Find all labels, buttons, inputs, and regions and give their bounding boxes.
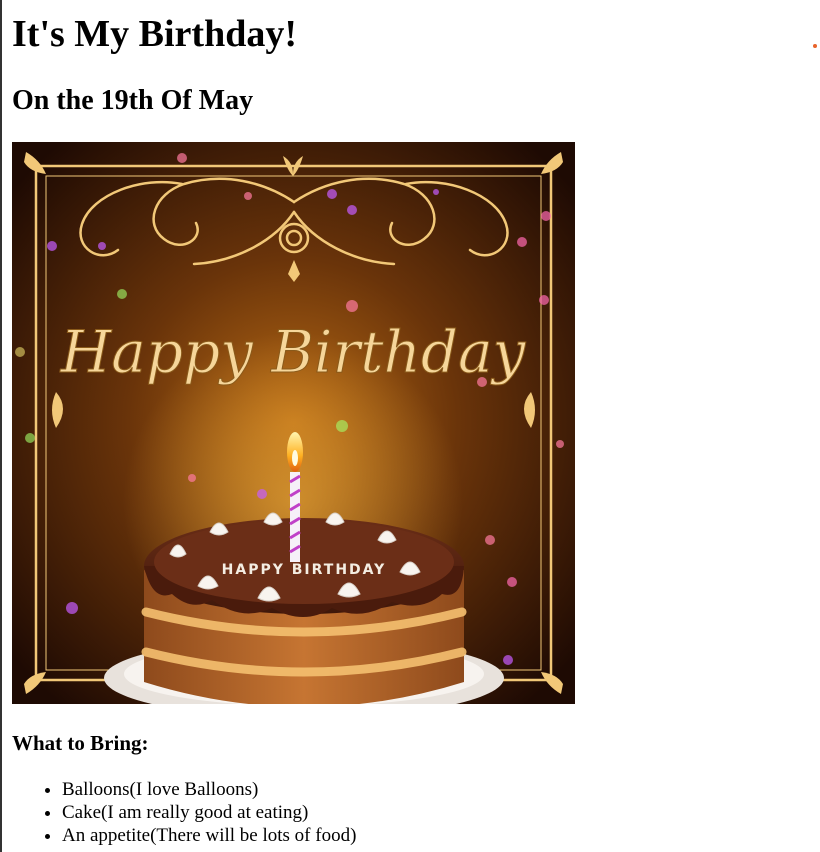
- list-item: Balloons(I love Balloons): [62, 778, 356, 801]
- cake-lettering: HAPPY BIRTHDAY: [222, 562, 387, 578]
- happy-birthday-text: Happy Birthday: [60, 318, 527, 386]
- bring-list: Balloons(I love Balloons) Cake(I am real…: [12, 778, 356, 847]
- what-to-bring-heading: What to Bring:: [12, 731, 149, 755]
- page-subtitle: On the 19th Of May: [12, 85, 254, 116]
- left-border: [0, 0, 2, 852]
- accent-dot: [813, 44, 817, 48]
- birthday-cake-image: Happy Birthday HAPPY BIRTHDAY: [12, 142, 575, 704]
- list-item: Cake(I am really good at eating): [62, 801, 356, 824]
- list-item: An appetite(There will be lots of food): [62, 824, 356, 847]
- page-title: It's My Birthday!: [12, 13, 297, 55]
